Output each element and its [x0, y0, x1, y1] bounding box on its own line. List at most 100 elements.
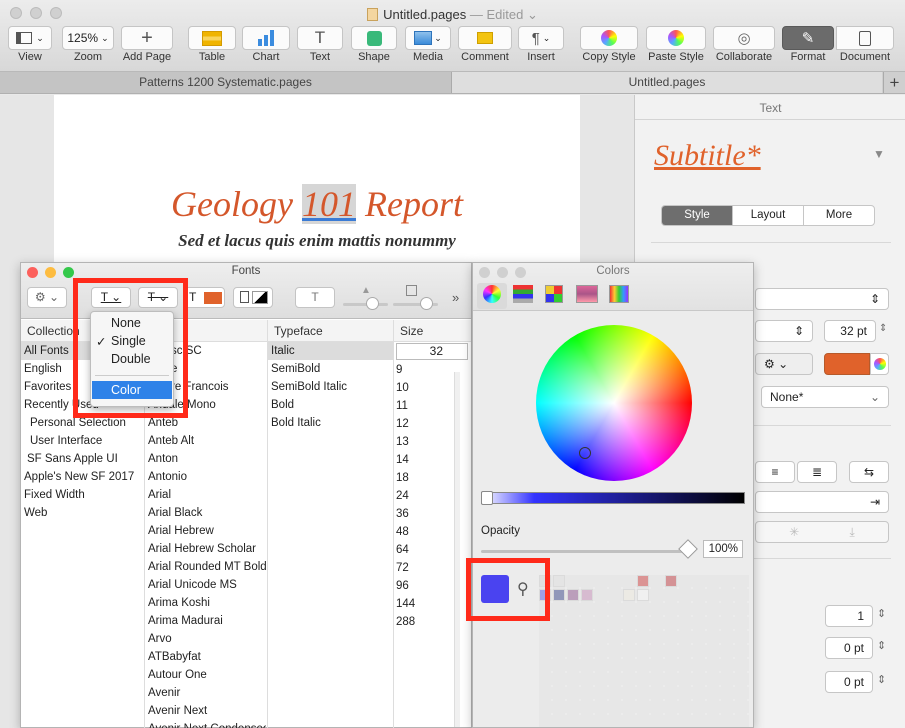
insert-button[interactable]: ¶ ⌄ Insert: [518, 26, 564, 63]
list-item[interactable]: Bold Italic: [268, 414, 393, 432]
font-size-field[interactable]: 32 pt: [824, 320, 876, 342]
list-item[interactable]: Arima Madurai: [145, 612, 266, 630]
list-item[interactable]: Autour One: [145, 666, 266, 684]
list-item[interactable]: Arial Hebrew: [145, 522, 266, 540]
paste-style-button[interactable]: Paste Style: [646, 26, 706, 63]
vertical-align-buttons[interactable]: ✳ ⤓: [755, 521, 889, 543]
image-palettes-tab-icon[interactable]: [576, 285, 598, 303]
list-item[interactable]: Arial Unicode MS: [145, 576, 266, 594]
list-item[interactable]: Anton: [145, 450, 266, 468]
tab-untitled[interactable]: Untitled.pages: [452, 72, 882, 93]
swatch-white[interactable]: [637, 589, 649, 601]
document-button[interactable]: Document: [836, 26, 894, 63]
list-item[interactable]: Bold: [268, 396, 393, 414]
add-page-button[interactable]: + Add Page: [121, 26, 173, 63]
stepper-icon[interactable]: ⇕: [877, 607, 886, 620]
size-field[interactable]: 32: [396, 343, 468, 360]
align-justify-button[interactable]: ≣: [797, 461, 837, 483]
wheel-cursor[interactable]: [579, 447, 591, 459]
size-column-header[interactable]: Size: [393, 320, 471, 342]
list-item[interactable]: Italic: [268, 342, 393, 360]
space-before-field[interactable]: 0 pt: [825, 637, 873, 659]
list-item[interactable]: 144: [396, 595, 446, 613]
tab-layout[interactable]: Layout: [732, 206, 803, 225]
list-item[interactable]: Anteb Alt: [145, 432, 266, 450]
space-after-field[interactable]: 0 pt: [825, 671, 873, 693]
list-item[interactable]: Fixed Width: [21, 486, 143, 504]
swatch-grid[interactable]: [539, 575, 747, 727]
list-item[interactable]: Web: [21, 504, 143, 522]
text-options-gear-icon[interactable]: ⚙ ⌄: [755, 353, 813, 375]
font-family-popup[interactable]: ⇕: [755, 288, 889, 310]
document-color-button[interactable]: [233, 287, 273, 308]
table-button[interactable]: Table: [188, 26, 236, 63]
list-item[interactable]: 14: [396, 451, 446, 469]
font-style-popup[interactable]: ⇕: [755, 320, 813, 342]
comment-button[interactable]: Comment: [458, 26, 512, 63]
opacity-slider-thumb[interactable]: [678, 539, 698, 559]
tab-more[interactable]: More: [803, 206, 874, 225]
list-item[interactable]: 48: [396, 523, 446, 541]
swatch-purple[interactable]: [567, 589, 579, 601]
list-item[interactable]: 18: [396, 469, 446, 487]
list-item[interactable]: 11: [396, 397, 446, 415]
zoom-button[interactable]: 125% ⌄ Zoom: [62, 26, 114, 63]
list-item[interactable]: User Interface: [21, 432, 143, 450]
stepper-icon[interactable]: ⇕: [877, 639, 886, 652]
list-item[interactable]: Arvo: [145, 630, 266, 648]
text-shadow-button[interactable]: T: [295, 287, 335, 308]
shape-button[interactable]: Shape: [351, 26, 397, 63]
list-item[interactable]: 12: [396, 415, 446, 433]
list-item[interactable]: 24: [396, 487, 446, 505]
list-item[interactable]: 96: [396, 577, 446, 595]
list-item[interactable]: Arial Hebrew Scholar: [145, 540, 266, 558]
list-item[interactable]: SemiBold Italic: [268, 378, 393, 396]
list-item[interactable]: Arima Koshi: [145, 594, 266, 612]
list-item[interactable]: 64: [396, 541, 446, 559]
size-slider[interactable]: [454, 372, 460, 727]
align-center-button[interactable]: ≡: [755, 461, 795, 483]
list-item[interactable]: Antonio: [145, 468, 266, 486]
list-item[interactable]: SemiBold: [268, 360, 393, 378]
selected-text[interactable]: 101: [301, 184, 356, 224]
color-wheel-tab-icon[interactable]: [483, 285, 501, 303]
list-item[interactable]: Avenir: [145, 684, 266, 702]
paragraph-style-name[interactable]: Subtitle*: [654, 139, 761, 173]
tab-patterns[interactable]: Patterns 1200 Systematic.pages: [0, 72, 452, 93]
list-item[interactable]: 13: [396, 433, 446, 451]
list-item[interactable]: 10: [396, 379, 446, 397]
color-wheel[interactable]: [536, 325, 692, 481]
indent-button[interactable]: ⇥: [755, 491, 889, 513]
opacity-field[interactable]: 100%: [703, 540, 743, 558]
chevron-down-icon[interactable]: ⌄: [527, 7, 538, 22]
view-button[interactable]: ⌄ View: [8, 26, 52, 63]
list-item[interactable]: ATBabyfat: [145, 648, 266, 666]
line-spacing-field[interactable]: 1: [825, 605, 873, 627]
list-item[interactable]: 72: [396, 559, 446, 577]
media-button[interactable]: ⌄ Media: [405, 26, 451, 63]
brightness-slider[interactable]: [481, 492, 745, 504]
new-tab-plus-icon[interactable]: +: [883, 72, 905, 93]
swatch-dark-red[interactable]: [665, 575, 677, 587]
color-palettes-tab-icon[interactable]: [545, 285, 563, 303]
color-sliders-tab-icon[interactable]: [513, 285, 533, 303]
pencils-tab-icon[interactable]: [609, 285, 629, 303]
list-item[interactable]: Arial Rounded MT Bold: [145, 558, 266, 576]
list-item[interactable]: 36: [396, 505, 446, 523]
text-color-button[interactable]: T: [183, 287, 225, 308]
style-dropdown-triangle-icon[interactable]: ▼: [873, 147, 885, 161]
document-subtitle[interactable]: Sed et lacus quis enim mattis nonummy: [54, 231, 580, 251]
text-button[interactable]: T Text: [297, 26, 343, 63]
typeface-column-header[interactable]: Typeface: [267, 320, 393, 342]
fonts-gear-icon[interactable]: ⚙ ⌄: [27, 287, 67, 308]
chart-button[interactable]: Chart: [242, 26, 290, 63]
copy-style-button[interactable]: Copy Style: [580, 26, 638, 63]
format-button[interactable]: ✎ Format: [782, 26, 834, 63]
swatch-pink[interactable]: [581, 589, 593, 601]
brightness-slider-thumb[interactable]: [481, 491, 493, 505]
text-direction-button[interactable]: ⇆: [849, 461, 889, 483]
document-title[interactable]: Geology 101 Report: [54, 183, 580, 225]
tab-style[interactable]: Style: [662, 206, 732, 225]
list-item[interactable]: 288: [396, 613, 446, 631]
collaborate-button[interactable]: ◎ Collaborate: [713, 26, 775, 63]
